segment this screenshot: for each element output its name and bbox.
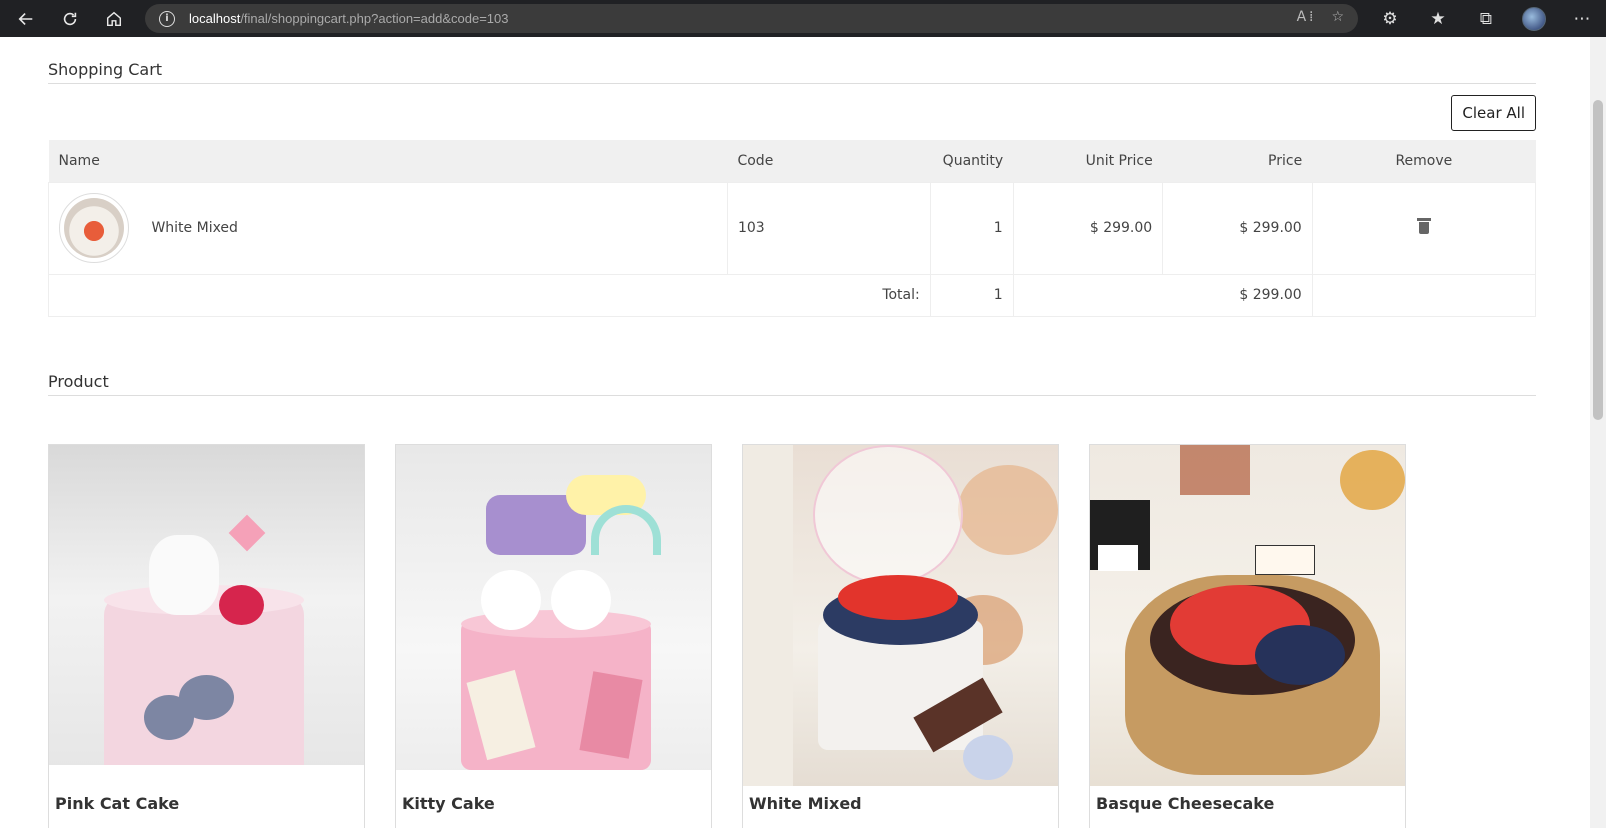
product-card[interactable]: Kitty Cake <box>395 443 712 828</box>
product-section-title: Product <box>48 349 1536 396</box>
home-icon[interactable] <box>96 4 132 34</box>
product-card[interactable]: Pink Cat Cake <box>48 443 365 828</box>
header-remove: Remove <box>1312 140 1536 182</box>
product-image[interactable] <box>1090 444 1405 786</box>
browser-toolbar: i localhost/final/shoppingcart.php?actio… <box>0 0 1606 37</box>
header-unit-price: Unit Price <box>1013 140 1163 182</box>
item-thumbnail <box>59 193 129 263</box>
add-favorite-icon[interactable]: ☆ <box>1331 9 1344 25</box>
product-card[interactable]: Basque Cheesecake <box>1089 443 1406 828</box>
extensions-icon[interactable]: ⚙ <box>1366 0 1414 37</box>
product-name[interactable]: White Mixed <box>743 786 1058 821</box>
more-menu-icon[interactable]: ⋯ <box>1558 0 1606 37</box>
product-name[interactable]: Pink Cat Cake <box>49 786 364 821</box>
cart-title: Shopping Cart <box>48 37 1536 84</box>
header-quantity: Quantity <box>930 140 1014 182</box>
product-image[interactable] <box>49 444 364 786</box>
cart-table: Name Code Quantity Unit Price Price Remo… <box>48 140 1537 317</box>
trash-icon[interactable] <box>1416 218 1431 234</box>
clear-all-button[interactable]: Clear All <box>1451 95 1536 131</box>
product-grid: Pink Cat Cake Kitty Cake White Mixed Bas… <box>48 443 1536 828</box>
info-icon[interactable]: i <box>159 10 175 27</box>
item-quantity: 1 <box>929 181 1014 275</box>
refresh-icon[interactable] <box>52 4 88 34</box>
product-image[interactable] <box>396 444 711 786</box>
url-text: localhost/final/shoppingcart.php?action=… <box>189 11 509 26</box>
item-unit-price: $ 299.00 <box>1012 181 1164 275</box>
scrollbar-thumb[interactable] <box>1593 100 1603 420</box>
total-row: Total: 1 $ 299.00 <box>48 273 1537 317</box>
item-name: White Mixed <box>151 220 238 236</box>
favorites-icon[interactable]: ★ <box>1414 0 1462 37</box>
item-code: 103 <box>726 181 931 275</box>
product-card[interactable]: White Mixed <box>742 443 1059 828</box>
page-content: Shopping Cart Clear All Name Code Quanti… <box>48 37 1537 828</box>
back-arrow-icon[interactable] <box>8 4 44 34</box>
total-label: Total: <box>48 273 931 317</box>
item-price: $ 299.00 <box>1162 181 1313 275</box>
page-scrollbar[interactable] <box>1590 37 1606 828</box>
profile-avatar[interactable] <box>1510 0 1558 37</box>
total-quantity: 1 <box>929 273 1014 317</box>
product-image[interactable] <box>743 444 1058 786</box>
product-name[interactable]: Basque Cheesecake <box>1090 786 1405 821</box>
cart-header-row: Name Code Quantity Unit Price Price Remo… <box>48 140 1536 182</box>
product-name[interactable]: Kitty Cake <box>396 786 711 821</box>
collections-icon[interactable]: ⧉ <box>1462 0 1510 37</box>
header-name: Name <box>48 140 728 182</box>
header-code: Code <box>727 140 931 182</box>
table-row: White Mixed 103 1 $ 299.00 $ 299.00 <box>48 181 1537 275</box>
address-bar[interactable]: i localhost/final/shoppingcart.php?actio… <box>145 4 1358 33</box>
header-price: Price <box>1162 140 1313 182</box>
total-price: $ 299.00 <box>1012 273 1313 317</box>
read-aloud-icon[interactable]: A ⁞ <box>1297 9 1314 25</box>
